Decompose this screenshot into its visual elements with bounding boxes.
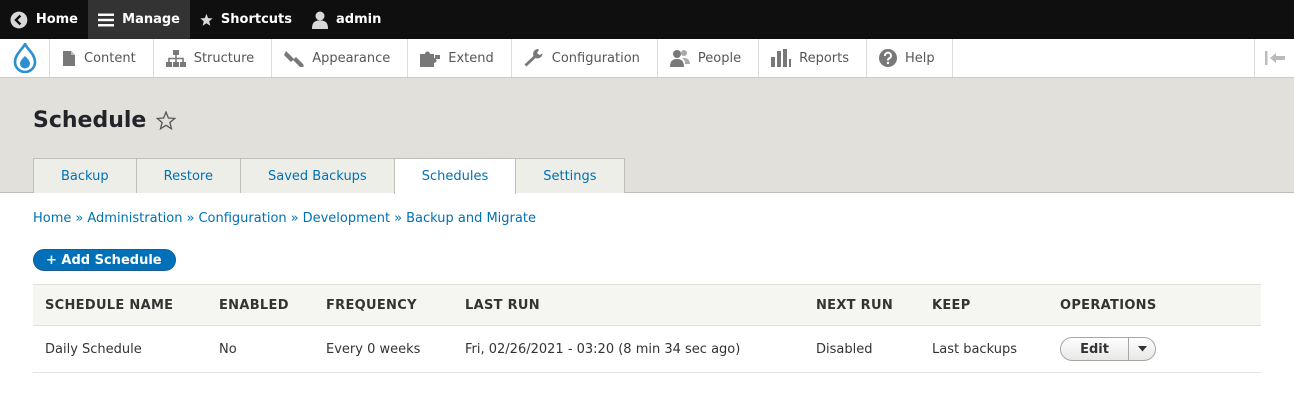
file-icon: [63, 50, 75, 66]
tab-label: Saved Backups: [267, 168, 367, 184]
table-row: Daily Schedule No Every 0 weeks Fri, 02/…: [33, 325, 1261, 373]
tray-spacer: [953, 39, 1254, 77]
tray-item-content[interactable]: Content: [50, 39, 154, 77]
cell-last-run: Fri, 02/26/2021 - 03:20 (8 min 34 sec ag…: [453, 325, 804, 373]
tray-item-configuration[interactable]: Configuration: [512, 39, 658, 77]
paintbrush-icon: [284, 51, 304, 67]
help-icon: [879, 49, 897, 67]
tray-item-label: Appearance: [312, 50, 391, 66]
column-header-next-run: Next run: [804, 284, 920, 326]
toolbar-manage-label: Manage: [122, 12, 180, 27]
breadcrumb: Home» Administration» Configuration» Develo…: [33, 211, 536, 226]
toolbar-shortcuts-label: Shortcuts: [220, 12, 292, 27]
breadcrumb-home[interactable]: Home: [33, 211, 71, 226]
tab-label: Backup: [61, 168, 109, 184]
wrench-icon: [524, 49, 543, 67]
tray-orientation-toggle[interactable]: [1254, 39, 1294, 77]
people-icon: [669, 50, 690, 67]
tray-item-label: Configuration: [551, 50, 640, 66]
cell-enabled: No: [207, 325, 314, 373]
tray-item-label: Structure: [193, 50, 255, 66]
tab-label: Schedules: [421, 169, 489, 184]
breadcrumb-backup-and-migrate[interactable]: Backup and Migrate: [406, 211, 536, 226]
caret-down-icon: [1137, 346, 1147, 352]
tray-item-extend[interactable]: Extend: [408, 39, 512, 77]
primary-tabs: Backup Restore Saved Backups Schedules S…: [33, 158, 625, 194]
tab-restore[interactable]: Restore: [135, 158, 241, 193]
tray-item-label: Content: [84, 50, 136, 66]
tab-settings[interactable]: Settings: [515, 158, 625, 193]
drupal-logo[interactable]: [0, 39, 50, 77]
star-icon: [200, 13, 213, 26]
column-header-operations: Operations: [1048, 284, 1261, 326]
collapse-left-icon: [1264, 51, 1285, 65]
cell-next-run: Disabled: [804, 325, 920, 373]
toolbar-home-label: Home: [35, 12, 78, 27]
toolbar-home[interactable]: Home: [0, 0, 88, 39]
tray-item-structure[interactable]: Structure: [154, 39, 273, 77]
tray-item-appearance[interactable]: Appearance: [272, 39, 409, 77]
column-header-schedule-name: Schedule name: [33, 284, 207, 326]
tray-item-people[interactable]: People: [658, 39, 760, 77]
tray-item-reports[interactable]: Reports: [759, 39, 867, 77]
admin-toolbar: Home Manage Shortcuts admin: [0, 0, 1294, 39]
page-title: Schedule: [33, 108, 177, 133]
shortcut-star-icon[interactable]: [156, 111, 177, 130]
tab-label: Restore: [163, 168, 213, 184]
user-icon: [312, 11, 328, 29]
breadcrumb-separator: »: [75, 211, 84, 226]
column-header-frequency: Frequency: [314, 284, 453, 326]
drupal-drop-icon: [13, 43, 36, 73]
cell-frequency: Every 0 weeks: [314, 325, 453, 373]
bar-chart-icon: [771, 49, 792, 67]
puzzle-icon: [420, 51, 441, 67]
cell-schedule-name: Daily Schedule: [33, 325, 207, 373]
toolbar-user[interactable]: admin: [302, 0, 391, 39]
cell-keep: Last backups: [920, 325, 1048, 373]
table-header-row: Schedule name Enabled Frequency Last run…: [33, 284, 1261, 326]
page-header: Schedule Backup Restore Saved Backups Sc…: [0, 78, 1294, 194]
column-header-last-run: Last run: [453, 284, 804, 326]
operations-dropbutton: Edit: [1060, 337, 1156, 361]
toolbar-shortcuts[interactable]: Shortcuts: [190, 0, 302, 39]
structure-icon: [165, 49, 186, 67]
tray-item-label: Reports: [799, 50, 849, 66]
back-arrow-icon: [10, 11, 28, 28]
breadcrumb-administration[interactable]: Administration: [87, 211, 182, 226]
edit-button[interactable]: Edit: [1061, 338, 1129, 360]
page-title-text: Schedule: [33, 108, 147, 133]
tray-item-label: Help: [905, 50, 935, 66]
breadcrumb-development[interactable]: Development: [303, 211, 391, 226]
tab-backup[interactable]: Backup: [33, 158, 137, 193]
tray-item-label: People: [697, 50, 742, 66]
tab-saved-backups[interactable]: Saved Backups: [239, 158, 395, 193]
operations-toggle[interactable]: [1129, 338, 1155, 360]
breadcrumb-configuration[interactable]: Configuration: [198, 211, 286, 226]
menu-icon: [98, 13, 115, 26]
column-header-enabled: Enabled: [207, 284, 314, 326]
breadcrumb-separator: »: [290, 211, 299, 226]
tray-item-help[interactable]: Help: [867, 39, 953, 77]
tab-schedules[interactable]: Schedules: [393, 158, 517, 194]
cell-operations: Edit: [1048, 325, 1261, 373]
tab-label: Settings: [543, 168, 597, 184]
breadcrumb-separator: »: [186, 211, 195, 226]
breadcrumb-separator: »: [394, 211, 403, 226]
tray-item-label: Extend: [448, 50, 494, 66]
column-header-keep: Keep: [920, 284, 1048, 326]
toolbar-manage[interactable]: Manage: [88, 0, 190, 39]
schedules-table: Schedule name Enabled Frequency Last run…: [33, 284, 1261, 373]
admin-tray: Content Structure Appearance Extend Conf…: [0, 39, 1294, 78]
add-schedule-button[interactable]: + Add Schedule: [33, 249, 176, 271]
toolbar-user-label: admin: [336, 12, 382, 27]
